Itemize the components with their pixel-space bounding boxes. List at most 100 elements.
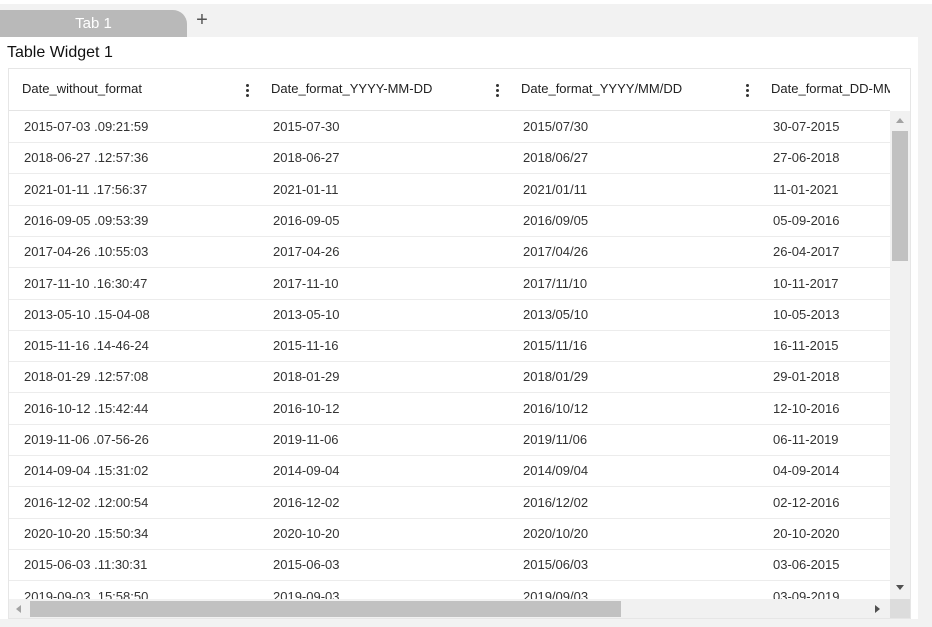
table-cell: 16-11-2015 — [773, 338, 839, 354]
table-cell: 2017-11-10 .16:30:47 — [24, 275, 148, 291]
table-cell: 05-09-2016 — [773, 212, 840, 228]
table-cell: 2015-06-03 — [273, 557, 340, 573]
table-cell: 2021-01-11 .17:56:37 — [24, 181, 148, 197]
table-cell: 2015-07-30 — [273, 119, 340, 134]
table-cell: 2018/01/29 — [523, 369, 589, 385]
scroll-right-arrow-icon[interactable] — [875, 605, 880, 613]
table-cell: 10-05-2013 — [773, 306, 840, 322]
table-widget: Date_without_format Date_format_YYYY-MM-D… — [8, 68, 911, 619]
table-cell: 2016/10/12 — [523, 400, 589, 416]
table-cell: 2016-09-05 — [273, 212, 340, 228]
table-row[interactable]: 2020-10-20 .15:50:34 2020-10-20 2020/10/20… — [9, 518, 890, 550]
table-header: Date_without_format Date_format_YYYY-MM-D… — [9, 69, 890, 111]
table-row[interactable]: 2014-09-04 .15:31:02 2014-09-04 2014/09/04… — [9, 455, 890, 488]
table-cell: 2015/07/30 — [523, 119, 589, 134]
table-cell: 2019-09-03 .15:58:50 — [24, 588, 149, 600]
table-cell: 2019-11-06 — [273, 432, 339, 447]
table-cell: 2015-07-03 .09:21:59 — [24, 119, 149, 134]
scroll-down-arrow-icon[interactable] — [896, 585, 904, 590]
table-body: 2015-07-03 .09:21:59 2015-07-30 2015/07/30… — [9, 111, 890, 599]
table-cell: 06-11-2019 — [773, 432, 839, 447]
table-cell: 2015-11-16 .14-46-24 — [24, 338, 149, 354]
table-cell: 2016/09/05 — [523, 212, 589, 228]
table-cell: 12-10-2016 — [773, 400, 840, 416]
table-cell: 03-06-2015 — [773, 557, 840, 573]
table-row[interactable]: 2015-07-03 .09:21:59 2015-07-30 2015/07/30… — [9, 111, 890, 143]
table-cell: 26-04-2017 — [773, 244, 840, 260]
tab-1[interactable]: Tab 1 — [0, 10, 187, 37]
table-cell: 2020-10-20 .15:50:34 — [24, 525, 149, 541]
table-cell: 2018-01-29 .12:57:08 — [24, 369, 149, 385]
add-tab-button[interactable]: + — [193, 10, 211, 30]
table-cell: 2019-09-03 — [273, 588, 340, 600]
table-cell: 2019/11/06 — [523, 432, 588, 447]
table-cell: 2016-12-02 .12:00:54 — [24, 494, 149, 510]
horizontal-scrollbar[interactable] — [9, 599, 890, 618]
table-cell: 30-07-2015 — [773, 119, 840, 134]
table-cell: 03-09-2019 — [773, 588, 840, 600]
table-cell: 2021-01-11 — [273, 181, 339, 197]
table-row[interactable]: 2016-12-02 .12:00:54 2016-12-02 2016/12/02… — [9, 487, 890, 519]
canvas-bottom-edge — [0, 619, 932, 627]
table-row[interactable]: 2017-04-26 .10:55:03 2017-04-26 2017/04/26… — [9, 236, 890, 269]
table-cell: 2014-09-04 .15:31:02 — [24, 463, 149, 479]
table-cell: 2019-11-06 .07-56-26 — [24, 432, 149, 447]
table-cell: 2017-04-26 .10:55:03 — [24, 244, 149, 260]
table-cell: 04-09-2014 — [773, 463, 840, 479]
table-row[interactable]: 2016-09-05 .09:53:39 2016-09-05 2016/09/05… — [9, 205, 890, 237]
table-cell: 2013/05/10 — [523, 306, 589, 322]
table-cell: 2020/10/20 — [523, 525, 589, 541]
table-cell: 2016-10-12 — [273, 400, 340, 416]
table-row[interactable]: 2018-01-29 .12:57:08 2018-01-29 2018/01/29… — [9, 361, 890, 394]
vertical-scrollbar-thumb[interactable] — [892, 131, 908, 261]
table-cell: 2015-06-03 .11:30:31 — [24, 557, 148, 573]
scroll-up-arrow-icon[interactable] — [896, 118, 904, 123]
canvas-right-edge — [918, 37, 932, 619]
table-cell: 2015/06/03 — [523, 557, 589, 573]
table-row[interactable]: 2021-01-11 .17:56:37 2021-01-11 2021/01/11… — [9, 174, 890, 206]
table-cell: 2018-06-27 .12:57:36 — [24, 150, 149, 166]
table-row[interactable]: 2018-06-27 .12:57:36 2018-06-27 2018/06/27… — [9, 142, 890, 175]
table-cell: 02-12-2016 — [773, 494, 840, 510]
table-cell: 2017/04/26 — [523, 244, 589, 260]
table-cell: 2018/06/27 — [523, 150, 589, 166]
table-cell: 2013-05-10 — [273, 306, 340, 322]
table-cell: 2016-12-02 — [273, 494, 340, 510]
table-cell: 2017-04-26 — [273, 244, 340, 260]
column-header[interactable]: Date_format_DD-MM — [771, 69, 890, 110]
table-cell: 10-11-2017 — [773, 275, 839, 291]
table-cell: 2016-09-05 .09:53:39 — [24, 212, 149, 228]
table-row[interactable]: 2019-09-03 .15:58:50 2019-09-03 2019/09/03… — [9, 581, 890, 600]
scrollbar-corner — [890, 599, 910, 618]
column-header[interactable]: Date_format_YYYY/MM/DD — [521, 69, 741, 110]
table-cell: 2017/11/10 — [523, 275, 588, 291]
table-cell: 2016/12/02 — [523, 494, 589, 510]
column-menu-icon[interactable] — [246, 84, 250, 98]
column-menu-icon[interactable] — [496, 84, 500, 98]
table-cell: 2016-10-12 .15:42:44 — [24, 400, 149, 416]
tab-bar: Tab 1 + — [0, 4, 932, 37]
table-row[interactable]: 2013-05-10 .15-04-08 2013-05-10 2013/05/10… — [9, 299, 890, 331]
table-cell: 20-10-2020 — [773, 525, 840, 541]
column-menu-icon[interactable] — [746, 84, 750, 98]
table-cell: 27-06-2018 — [773, 150, 840, 166]
widget-title: Table Widget 1 — [7, 44, 113, 61]
table-row[interactable]: 2017-11-10 .16:30:47 2017-11-10 2017/11/10… — [9, 268, 890, 300]
table-cell: 2018-01-29 — [273, 369, 340, 385]
table-cell: 2014-09-04 — [273, 463, 340, 479]
vertical-scrollbar[interactable] — [890, 111, 910, 599]
column-header[interactable]: Date_format_YYYY-MM-DD — [271, 69, 491, 110]
table-row[interactable]: 2019-11-06 .07-56-26 2019-11-06 2019/11/06… — [9, 424, 890, 456]
table-row[interactable]: 2016-10-12 .15:42:44 2016-10-12 2016/10/12… — [9, 393, 890, 425]
table-row[interactable]: 2015-06-03 .11:30:31 2015-06-03 2015/06/03… — [9, 549, 890, 582]
table-cell: 2018-06-27 — [273, 150, 340, 166]
table-cell: 2017-11-10 — [273, 275, 339, 291]
table-cell: 2013-05-10 .15-04-08 — [24, 306, 150, 322]
table-row[interactable]: 2015-11-16 .14-46-24 2015-11-16 2015/11/16… — [9, 330, 890, 363]
table-cell: 2019/09/03 — [523, 588, 589, 600]
horizontal-scrollbar-thumb[interactable] — [30, 601, 621, 617]
table-cell: 2020-10-20 — [273, 525, 340, 541]
column-header[interactable]: Date_without_format — [22, 69, 242, 110]
table-cell: 29-01-2018 — [773, 369, 840, 385]
scroll-left-arrow-icon[interactable] — [16, 605, 21, 613]
